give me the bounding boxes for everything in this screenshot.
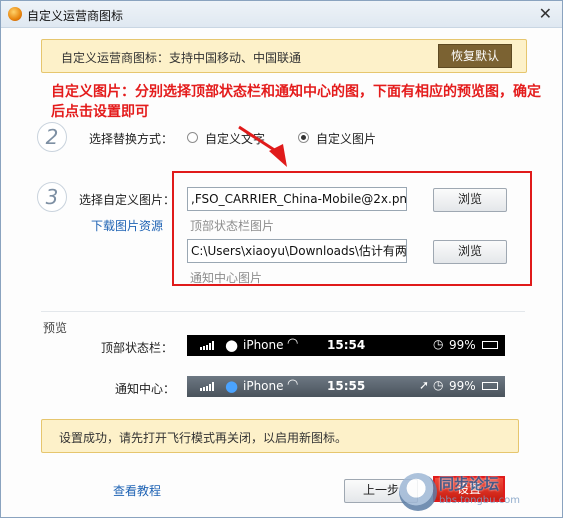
location-arrow-icon: ➚	[419, 378, 430, 392]
clock-icon: ◷	[433, 378, 444, 392]
apple-logo-icon: ●	[225, 377, 239, 395]
preview-notification-label: 通知中心：	[115, 382, 176, 396]
dialog-window: 自定义运营商图标 ✕ 自定义运营商图标：支持中国移动、中国联通 恢复默认 自定义…	[0, 0, 563, 518]
clock-icon: ◷	[433, 337, 444, 351]
wifi-icon: ◠	[287, 336, 299, 351]
forum-logo-icon	[399, 473, 437, 511]
watermark-title: 同步论坛	[439, 475, 500, 493]
battery-icon	[482, 382, 498, 390]
signal-bars-icon	[200, 382, 214, 391]
preview-section-label: 预览	[43, 321, 68, 335]
preview-top-status-bar: ● iPhone ◠ 15:54 ◷ 99%	[187, 335, 505, 356]
preview-top-bar-label: 顶部状态栏：	[101, 341, 174, 355]
preview-battery-percent: 99%	[449, 379, 476, 393]
apple-logo-icon: ●	[225, 336, 239, 354]
view-tutorial-link[interactable]: 查看教程	[113, 482, 161, 499]
forum-watermark: 同步论坛 bbs.tongbu.com	[399, 469, 549, 515]
preview-carrier-text: iPhone	[243, 379, 284, 393]
section-divider	[41, 311, 525, 312]
status-message: 设置成功，请先打开飞行模式再关闭，以启用新图标。	[59, 431, 348, 445]
signal-bars-icon	[200, 341, 214, 350]
preview-battery-percent: 99%	[449, 338, 476, 352]
preview-time: 15:55	[327, 379, 366, 393]
preview-notification-bar: ● iPhone ◠ 15:55 ➚ ◷ 99%	[187, 376, 505, 397]
watermark-url: bbs.tongbu.com	[439, 495, 521, 506]
preview-carrier-text: iPhone	[243, 338, 284, 352]
wifi-icon: ◠	[287, 377, 299, 392]
battery-icon	[482, 341, 498, 349]
status-banner: 设置成功，请先打开飞行模式再关闭，以启用新图标。	[41, 419, 519, 453]
preview-time: 15:54	[327, 338, 366, 352]
